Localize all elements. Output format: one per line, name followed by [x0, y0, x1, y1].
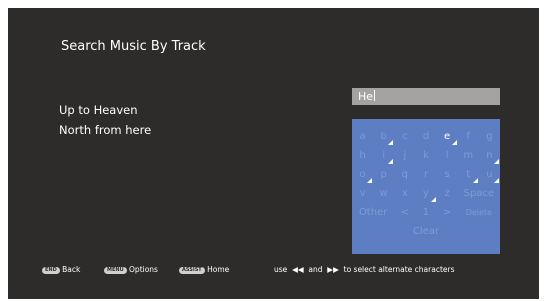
key-e[interactable]: e — [437, 127, 458, 146]
key-f[interactable]: f — [458, 127, 479, 146]
home-hint: ASSIST Home — [179, 265, 229, 274]
keyboard-row: abcdefg — [352, 127, 500, 146]
key-r[interactable]: r — [415, 165, 436, 184]
key-q[interactable]: q — [394, 165, 415, 184]
key-i[interactable]: i — [373, 146, 394, 165]
search-input[interactable]: He — [352, 88, 500, 105]
key-delete[interactable]: Delete — [458, 203, 500, 222]
hint-prefix: use — [274, 265, 288, 274]
result-item[interactable]: North from here — [59, 120, 151, 140]
keyboard-row: hijklmn — [352, 146, 500, 165]
back-label: Back — [62, 265, 81, 274]
options-label: Options — [129, 265, 158, 274]
key-n[interactable]: n — [479, 146, 500, 165]
footer-hints: END Back MENU Options ASSIST Home use ◀◀… — [8, 265, 539, 277]
key-previous[interactable]: < — [394, 203, 415, 222]
keyboard-row: Clear — [352, 222, 500, 241]
key-b[interactable]: b — [373, 127, 394, 146]
key-g[interactable]: g — [479, 127, 500, 146]
tv-screen: Search Music By Track Up to Heaven North… — [8, 8, 539, 299]
key-c[interactable]: c — [394, 127, 415, 146]
alternate-characters-hint: use ◀◀ and ▶▶ to select alternate charac… — [274, 265, 455, 274]
key-d[interactable]: d — [415, 127, 436, 146]
key-o[interactable]: o — [352, 165, 373, 184]
key-j[interactable]: j — [394, 146, 415, 165]
end-button-icon: END — [42, 267, 60, 274]
assist-button-icon: ASSIST — [179, 267, 205, 274]
key-next[interactable]: > — [437, 203, 458, 222]
alternate-characters-indicator-icon — [451, 140, 457, 145]
key-t[interactable]: t — [458, 165, 479, 184]
keyboard-row: v w x y z Space — [352, 184, 500, 203]
keyboard-row: opqrstu — [352, 165, 500, 184]
hint-and: and — [308, 265, 323, 274]
key-other[interactable]: Other — [352, 203, 394, 222]
key-y[interactable]: y — [415, 184, 436, 203]
key-w[interactable]: w — [373, 184, 394, 203]
text-cursor — [374, 90, 376, 101]
alternate-characters-indicator-icon — [493, 159, 499, 164]
key-a[interactable]: a — [352, 127, 373, 146]
alternate-characters-indicator-icon — [388, 159, 394, 164]
alternate-characters-indicator-icon — [493, 178, 499, 183]
key-space[interactable]: Space — [458, 184, 500, 203]
key-u[interactable]: u — [479, 165, 500, 184]
menu-button-icon: MENU — [104, 267, 127, 274]
key-k[interactable]: k — [415, 146, 436, 165]
alternate-characters-indicator-icon — [388, 140, 394, 145]
key-1[interactable]: 1 — [415, 203, 436, 222]
alternate-characters-indicator-icon — [430, 197, 436, 202]
back-hint: END Back — [42, 265, 80, 274]
hint-suffix: to select alternate characters — [343, 265, 455, 274]
key-v[interactable]: v — [352, 184, 373, 203]
on-screen-keyboard: a b c d e f g h i j k l m n o p q r s t u v w x y z Space Other <1 > D… — [352, 119, 500, 254]
key-z[interactable]: z — [437, 184, 458, 203]
key-p[interactable]: p — [373, 165, 394, 184]
key-m[interactable]: m — [458, 146, 479, 165]
options-hint: MENU Options — [104, 265, 158, 274]
rewind-icon: ◀◀ — [292, 265, 304, 274]
page-title: Search Music By Track — [61, 39, 206, 54]
keyboard-row: Other <1 > Delete — [352, 203, 500, 222]
result-item[interactable]: Up to Heaven — [59, 100, 151, 120]
results-list: Up to Heaven North from here — [59, 100, 151, 140]
alternate-characters-indicator-icon — [472, 178, 478, 183]
home-label: Home — [207, 265, 230, 274]
key-x[interactable]: x — [394, 184, 415, 203]
key-clear[interactable]: Clear — [352, 222, 500, 241]
search-input-value: He — [358, 90, 374, 103]
key-h[interactable]: h — [352, 146, 373, 165]
key-s[interactable]: s — [437, 165, 458, 184]
key-l[interactable]: l — [437, 146, 458, 165]
fast-forward-icon: ▶▶ — [327, 265, 339, 274]
alternate-characters-indicator-icon — [367, 178, 373, 183]
